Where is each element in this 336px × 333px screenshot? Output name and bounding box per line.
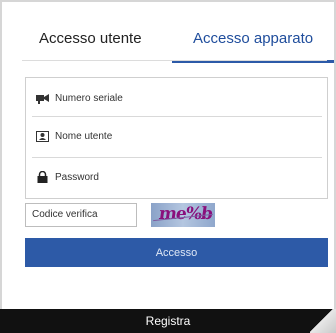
camera-icon (35, 91, 49, 105)
id-card-icon (35, 129, 49, 143)
password-placeholder: Password (55, 171, 99, 183)
tab-user-login[interactable]: Accesso utente (39, 30, 142, 47)
tab-device-login[interactable]: Accesso apparato (193, 30, 313, 47)
username-placeholder: Nome utente (55, 130, 113, 142)
login-button[interactable]: Accesso (25, 238, 328, 267)
serial-number-field[interactable]: Numero seriale (26, 78, 327, 118)
page-curl-icon (310, 309, 336, 333)
serial-number-placeholder: Numero seriale (55, 92, 123, 104)
username-field[interactable]: Nome utente (26, 116, 327, 156)
register-button[interactable]: Registra (0, 309, 336, 333)
credentials-form: Numero seriale Nome utente Password (25, 77, 328, 199)
login-tabs: Accesso utente Accesso apparato (12, 14, 334, 63)
lock-icon (35, 170, 49, 184)
captcha-image[interactable]: me%b (151, 203, 215, 227)
captcha-input[interactable]: Codice verifica (25, 203, 137, 227)
tabs-divider (22, 60, 327, 61)
password-field[interactable]: Password (26, 157, 327, 197)
